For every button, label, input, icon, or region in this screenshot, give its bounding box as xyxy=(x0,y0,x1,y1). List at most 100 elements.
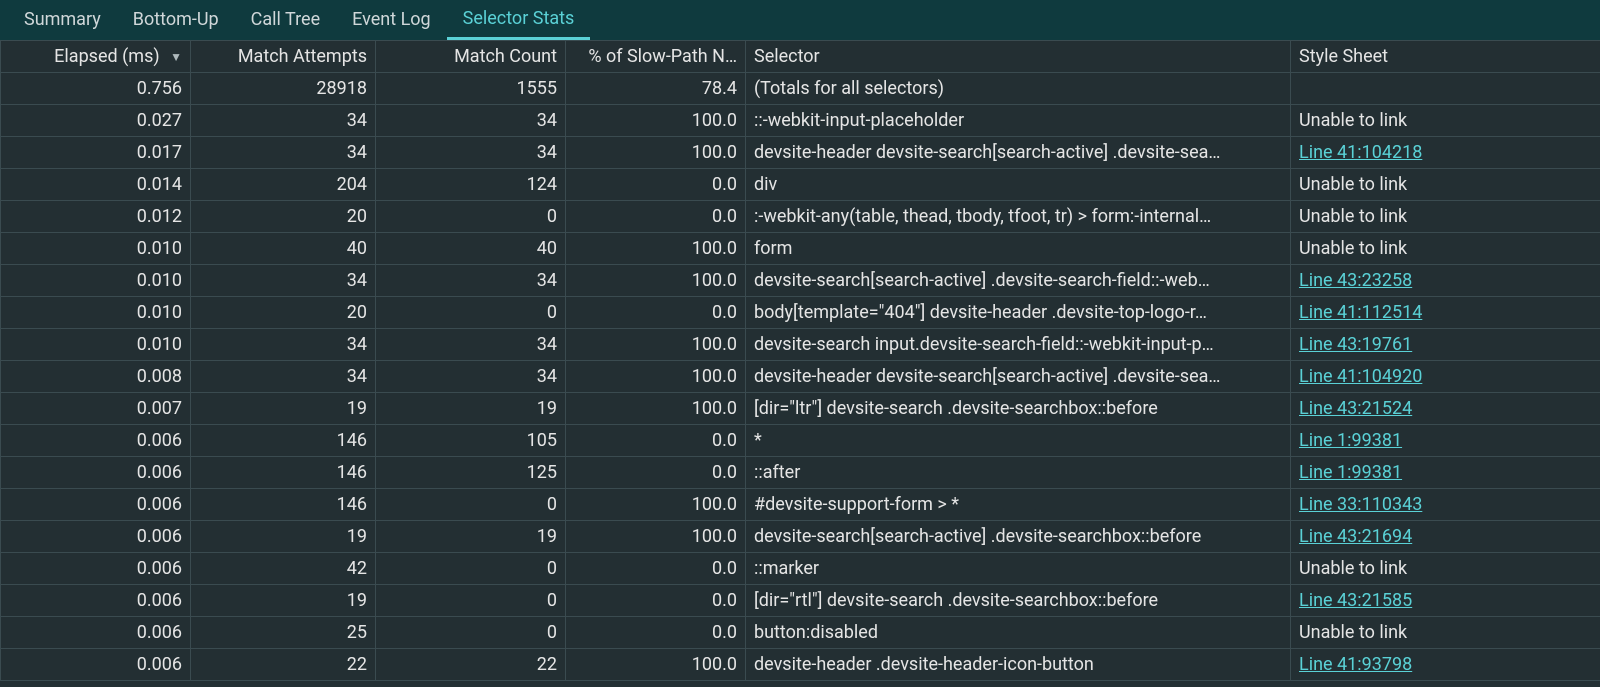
table-row[interactable]: 0.0103434100.0devsite-search[search-acti… xyxy=(1,265,1600,297)
cell-stylesheet: Line 41:104218 xyxy=(1291,137,1600,169)
cell-stylesheet: Line 41:93798 xyxy=(1291,649,1600,681)
cell-selector: devsite-header .devsite-header-icon-butt… xyxy=(746,649,1291,681)
cell-selector: ::-webkit-input-placeholder xyxy=(746,105,1291,137)
stylesheet-link[interactable]: Line 41:112514 xyxy=(1299,302,1422,323)
cell-slow: 100.0 xyxy=(566,329,746,361)
stylesheet-link[interactable]: Line 33:110343 xyxy=(1299,494,1422,515)
cell-slow: 0.0 xyxy=(566,553,746,585)
cell-selector: * xyxy=(746,425,1291,457)
stylesheet-link[interactable]: Line 41:104218 xyxy=(1299,142,1422,163)
cell-attempts: 146 xyxy=(191,425,376,457)
table-row[interactable]: 0.0061461050.0* Line 1:99381 xyxy=(1,425,1600,457)
stylesheet-link[interactable]: Line 41:104920 xyxy=(1299,366,1422,387)
cell-slow: 0.0 xyxy=(566,169,746,201)
table-row[interactable]: 0.0064200.0::markerUnable to link xyxy=(1,553,1600,585)
cell-slow: 100.0 xyxy=(566,265,746,297)
cell-selector: devsite-header devsite-search[search-act… xyxy=(746,361,1291,393)
col-header-elapsed[interactable]: Elapsed (ms) ▼ xyxy=(1,41,191,73)
cell-elapsed: 0.006 xyxy=(1,425,191,457)
cell-elapsed: 0.017 xyxy=(1,137,191,169)
col-header-label: Elapsed (ms) xyxy=(54,46,159,67)
table-row[interactable]: 0.0061460100.0#devsite-support-form > *L… xyxy=(1,489,1600,521)
col-header-selector[interactable]: Selector xyxy=(746,41,1291,73)
cell-count: 40 xyxy=(376,233,566,265)
cell-selector: form xyxy=(746,233,1291,265)
table-row[interactable]: 0.0061461250.0::afterLine 1:99381 xyxy=(1,457,1600,489)
cell-count: 0 xyxy=(376,553,566,585)
cell-selector: devsite-header devsite-search[search-act… xyxy=(746,137,1291,169)
cell-attempts: 22 xyxy=(191,649,376,681)
tab-call-tree[interactable]: Call Tree xyxy=(235,0,336,40)
cell-attempts: 204 xyxy=(191,169,376,201)
cell-elapsed: 0.012 xyxy=(1,201,191,233)
cell-elapsed: 0.027 xyxy=(1,105,191,137)
tab-selector-stats[interactable]: Selector Stats xyxy=(447,0,591,40)
cell-slow: 100.0 xyxy=(566,361,746,393)
devtools-tabbar: SummaryBottom-UpCall TreeEvent LogSelect… xyxy=(0,0,1600,40)
stylesheet-link[interactable]: Line 43:23258 xyxy=(1299,270,1412,291)
cell-count: 34 xyxy=(376,105,566,137)
cell-elapsed: 0.010 xyxy=(1,329,191,361)
stylesheet-link[interactable]: Line 43:21694 xyxy=(1299,526,1412,547)
table-row[interactable]: 0.0142041240.0divUnable to link xyxy=(1,169,1600,201)
col-header-stylesheet[interactable]: Style Sheet xyxy=(1291,41,1600,73)
cell-attempts: 20 xyxy=(191,297,376,329)
stylesheet-link[interactable]: Line 1:99381 xyxy=(1299,462,1402,483)
table-row[interactable]: 0.75628918155578.4(Totals for all select… xyxy=(1,73,1600,105)
col-header-attempts[interactable]: Match Attempts xyxy=(191,41,376,73)
table-row[interactable]: 0.0071919100.0[dir="ltr"] devsite-search… xyxy=(1,393,1600,425)
table-row[interactable]: 0.0173434100.0devsite-header devsite-sea… xyxy=(1,137,1600,169)
cell-selector: body[template="404"] devsite-header .dev… xyxy=(746,297,1291,329)
cell-attempts: 34 xyxy=(191,137,376,169)
cell-slow: 100.0 xyxy=(566,233,746,265)
cell-elapsed: 0.006 xyxy=(1,585,191,617)
table-row[interactable]: 0.0062500.0button:disabledUnable to link xyxy=(1,617,1600,649)
stylesheet-link[interactable]: Line 43:21585 xyxy=(1299,590,1412,611)
cell-attempts: 40 xyxy=(191,233,376,265)
table-row[interactable]: 0.0103434100.0devsite-search input.devsi… xyxy=(1,329,1600,361)
cell-count: 105 xyxy=(376,425,566,457)
cell-elapsed: 0.010 xyxy=(1,265,191,297)
stylesheet-link[interactable]: Line 43:21524 xyxy=(1299,398,1412,419)
col-header-slow[interactable]: % of Slow-Path N… xyxy=(566,41,746,73)
col-header-count[interactable]: Match Count xyxy=(376,41,566,73)
cell-stylesheet: Line 1:99381 xyxy=(1291,425,1600,457)
table-row[interactable]: 0.0083434100.0devsite-header devsite-sea… xyxy=(1,361,1600,393)
cell-selector: devsite-search[search-active] .devsite-s… xyxy=(746,521,1291,553)
table-row[interactable]: 0.0273434100.0::-webkit-input-placeholde… xyxy=(1,105,1600,137)
table-row[interactable]: 0.0102000.0body[template="404"] devsite-… xyxy=(1,297,1600,329)
cell-attempts: 19 xyxy=(191,585,376,617)
cell-selector: [dir="rtl"] devsite-search .devsite-sear… xyxy=(746,585,1291,617)
cell-slow: 100.0 xyxy=(566,105,746,137)
table-row[interactable]: 0.0122000.0:-webkit-any(table, thead, tb… xyxy=(1,201,1600,233)
table-row[interactable]: 0.0061900.0[dir="rtl"] devsite-search .d… xyxy=(1,585,1600,617)
cell-count: 34 xyxy=(376,329,566,361)
stylesheet-link[interactable]: Line 41:93798 xyxy=(1299,654,1412,675)
table-row[interactable]: 0.0062222100.0devsite-header .devsite-he… xyxy=(1,649,1600,681)
cell-attempts: 34 xyxy=(191,105,376,137)
stylesheet-link[interactable]: Line 43:19761 xyxy=(1299,334,1412,355)
cell-count: 1555 xyxy=(376,73,566,105)
tab-event-log[interactable]: Event Log xyxy=(336,0,447,40)
sort-descending-icon: ▼ xyxy=(170,50,182,64)
cell-count: 0 xyxy=(376,201,566,233)
cell-stylesheet: Unable to link xyxy=(1291,169,1600,201)
cell-slow: 100.0 xyxy=(566,137,746,169)
cell-elapsed: 0.006 xyxy=(1,553,191,585)
tab-summary[interactable]: Summary xyxy=(8,0,117,40)
cell-slow: 100.0 xyxy=(566,489,746,521)
cell-stylesheet: Line 43:21524 xyxy=(1291,393,1600,425)
cell-attempts: 146 xyxy=(191,457,376,489)
cell-stylesheet: Line 33:110343 xyxy=(1291,489,1600,521)
tab-bottom-up[interactable]: Bottom-Up xyxy=(117,0,235,40)
cell-slow: 0.0 xyxy=(566,201,746,233)
cell-slow: 100.0 xyxy=(566,393,746,425)
cell-attempts: 28918 xyxy=(191,73,376,105)
cell-slow: 100.0 xyxy=(566,649,746,681)
cell-stylesheet: Line 1:99381 xyxy=(1291,457,1600,489)
cell-attempts: 146 xyxy=(191,489,376,521)
table-row[interactable]: 0.0104040100.0formUnable to link xyxy=(1,233,1600,265)
cell-slow: 0.0 xyxy=(566,425,746,457)
stylesheet-link[interactable]: Line 1:99381 xyxy=(1299,430,1402,451)
table-row[interactable]: 0.0061919100.0devsite-search[search-acti… xyxy=(1,521,1600,553)
